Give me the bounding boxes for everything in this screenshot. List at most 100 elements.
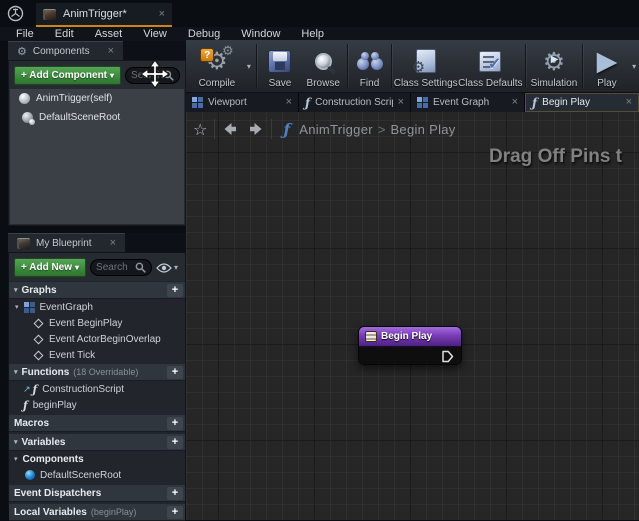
function-icon: ƒ	[305, 96, 310, 110]
close-icon[interactable]: ×	[512, 97, 518, 108]
favorite-star-icon[interactable]: ☆	[193, 120, 207, 139]
class-settings-button[interactable]: ⚙ Class Settings	[394, 40, 458, 92]
functions-section-header[interactable]: ▾ Functions (18 Overridable) +	[9, 364, 185, 381]
tree-row-animtrigger-self[interactable]: AnimTrigger(self)	[10, 89, 184, 108]
tab-viewport[interactable]: Viewport ×	[186, 93, 299, 112]
save-button[interactable]: Save	[259, 40, 301, 92]
class-defaults-button[interactable]: ✓ Class Defaults	[458, 40, 523, 92]
disclosure-icon[interactable]: ▾	[14, 368, 18, 376]
class-settings-icon: ⚙	[416, 46, 436, 76]
add-component-button[interactable]: + Add Component ▾	[14, 66, 121, 85]
tab-my-blueprint[interactable]: My Blueprint ×	[8, 233, 125, 252]
close-icon[interactable]: ×	[108, 46, 114, 57]
list-item-event-beginplay[interactable]: Event BeginPlay	[9, 315, 185, 331]
graph-watermark-text: Drag Off Pins t	[489, 146, 622, 168]
tab-components[interactable]: ⚙ Components ×	[8, 41, 123, 60]
add-new-button[interactable]: + Add New ▾	[14, 258, 86, 277]
menu-view[interactable]: View	[143, 28, 167, 40]
my-blueprint-icon	[17, 238, 30, 249]
local-variables-scope-hint: (beginPlay)	[91, 507, 137, 517]
compile-options-dropdown[interactable]: ▾	[244, 62, 254, 71]
menu-window[interactable]: Window	[241, 28, 280, 40]
back-arrow-icon[interactable]	[222, 122, 238, 136]
node-title: Begin Play	[381, 331, 432, 342]
play-options-dropdown[interactable]: ▾	[629, 62, 639, 71]
menu-edit[interactable]: Edit	[55, 28, 74, 40]
compile-button[interactable]: ⚙ ⚙ ? Compile	[190, 40, 244, 92]
list-item-eventgraph[interactable]: ▾ EventGraph	[9, 299, 185, 315]
node-begin-play[interactable]: Begin Play	[358, 326, 462, 365]
node-body	[359, 347, 461, 365]
disclosure-icon[interactable]: ▾	[14, 286, 18, 294]
breadcrumb-root[interactable]: AnimTrigger	[299, 122, 373, 137]
graphs-section-header[interactable]: ▾ Graphs +	[9, 282, 185, 299]
local-variables-header-label: Local Variables	[14, 507, 87, 518]
graphs-header-label: Graphs	[22, 285, 57, 296]
add-function-button[interactable]: +	[167, 366, 183, 379]
add-local-variable-button[interactable]: +	[167, 506, 183, 519]
add-variable-button[interactable]: +	[167, 436, 183, 449]
close-icon[interactable]: ×	[398, 97, 404, 108]
disclosure-icon[interactable]: ▾	[14, 438, 18, 446]
play-icon: ▶	[597, 46, 618, 76]
asset-tab-title: AnimTrigger*	[56, 8, 159, 20]
tab-event-graph[interactable]: Event Graph ×	[411, 93, 525, 112]
eye-icon	[156, 263, 172, 273]
my-blueprint-tab-strip: My Blueprint ×	[8, 233, 186, 252]
list-item-defaultsceneroot-var[interactable]: DefaultSceneRoot	[9, 467, 185, 483]
macros-header-label: Macros	[14, 418, 49, 429]
browse-button[interactable]: Browse	[301, 40, 345, 92]
tab-construction-script[interactable]: ƒ Construction Scrip ×	[299, 93, 411, 112]
forward-arrow-icon[interactable]	[248, 122, 264, 136]
menu-file[interactable]: File	[16, 28, 34, 40]
function-icon: ƒ	[33, 384, 38, 395]
graph-document-tabbar: Viewport × ƒ Construction Scrip × Event …	[186, 93, 639, 112]
play-button[interactable]: ▶ Play	[585, 40, 629, 92]
breadcrumb: ☆ ƒ AnimTrigger > Begin Play	[193, 117, 456, 141]
node-header[interactable]: Begin Play	[359, 327, 461, 347]
my-blueprint-panel: + Add New ▾ ▾ ▾ Graphs + ▾ EventGraph	[8, 252, 186, 508]
local-variables-section-header[interactable]: Local Variables (beginPlay) +	[9, 504, 185, 521]
macros-section-header[interactable]: Macros +	[9, 415, 185, 432]
components-category-row[interactable]: ▾ Components	[9, 451, 185, 467]
list-item-label: ConstructionScript	[42, 384, 124, 395]
list-item-constructionscript[interactable]: ↗ ƒ ConstructionScript	[9, 381, 185, 397]
exec-output-pin[interactable]	[441, 350, 454, 363]
my-blueprint-search-input[interactable]	[96, 262, 135, 273]
breadcrumb-current[interactable]: Begin Play	[390, 122, 455, 137]
list-item-label: beginPlay	[33, 400, 77, 411]
my-blueprint-search[interactable]	[90, 259, 152, 276]
tree-row-defaultsceneroot[interactable]: DefaultSceneRoot	[10, 108, 184, 127]
close-icon[interactable]: ×	[110, 238, 116, 249]
add-event-dispatcher-button[interactable]: +	[167, 487, 183, 500]
disclosure-icon[interactable]: ▾	[14, 455, 18, 463]
list-item-event-tick[interactable]: Event Tick	[9, 347, 185, 363]
toolbar-separator	[582, 44, 583, 88]
scene-component-icon	[22, 112, 33, 123]
close-icon[interactable]: ×	[626, 97, 632, 108]
title-bar: AnimTrigger* ×	[0, 0, 639, 27]
event-dispatchers-section-header[interactable]: Event Dispatchers +	[9, 485, 185, 502]
menu-asset[interactable]: Asset	[95, 28, 123, 40]
chevron-right-icon: >	[378, 122, 386, 137]
asset-tab-animtrigger[interactable]: AnimTrigger* ×	[36, 3, 172, 27]
close-icon[interactable]: ×	[159, 9, 165, 20]
find-button[interactable]: Find	[350, 40, 388, 92]
simulation-button[interactable]: ⚙ ▶ Simulation	[528, 40, 580, 92]
disclosure-icon[interactable]: ▾	[15, 303, 19, 311]
menu-help[interactable]: Help	[301, 28, 324, 40]
blueprint-graph-canvas[interactable]: ☆ ƒ AnimTrigger > Begin Play Drag Off Pi…	[186, 112, 639, 520]
blueprint-asset-icon	[43, 9, 56, 20]
add-macro-button[interactable]: +	[167, 417, 183, 430]
list-item-beginplay-function[interactable]: ƒ beginPlay	[9, 397, 185, 413]
list-item-event-actorbeginoverlap[interactable]: Event ActorBeginOverlap	[9, 331, 185, 347]
close-icon[interactable]: ×	[286, 97, 292, 108]
actor-self-icon	[19, 93, 30, 104]
tree-row-label: DefaultSceneRoot	[39, 112, 120, 123]
menu-debug[interactable]: Debug	[188, 28, 220, 40]
add-graph-button[interactable]: +	[167, 284, 183, 297]
visibility-filter-button[interactable]: ▾	[156, 263, 180, 273]
variables-section-header[interactable]: ▾ Variables +	[9, 434, 185, 451]
tab-begin-play[interactable]: ƒ Begin Play ×	[525, 93, 639, 112]
toolbar-separator	[256, 44, 257, 88]
